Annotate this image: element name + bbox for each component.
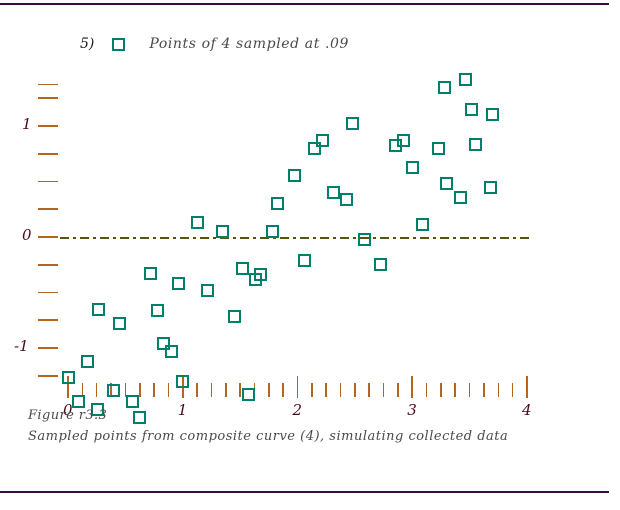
data-point-marker (265, 224, 279, 238)
data-point-marker (241, 388, 255, 402)
data-point-marker (440, 177, 454, 191)
data-point-marker (191, 216, 205, 230)
data-point-marker (201, 283, 215, 297)
data-point-marker (437, 80, 451, 94)
data-point-marker (107, 383, 121, 397)
data-point-marker (235, 261, 249, 275)
data-point-marker (171, 277, 185, 291)
y-axis-tick (38, 208, 58, 211)
data-point-marker (326, 186, 340, 200)
data-point-marker (227, 310, 241, 324)
x-axis-minor-tick (138, 382, 141, 397)
y-axis-tick (38, 291, 58, 294)
x-axis-label: 3 (407, 400, 417, 419)
x-axis-major-tick (296, 375, 299, 398)
data-point-marker (316, 133, 330, 147)
y-axis-tick (38, 97, 58, 100)
figure-number-caption: Figure r3.3 (28, 408, 108, 423)
x-axis-minor-tick (454, 382, 457, 397)
x-axis-minor-tick (268, 382, 270, 397)
figure-frame: -1 0 1 0 1 2 3 4 5) Points of 4 sampled at .09 … (0, 0, 620, 510)
x-axis-minor-tick (95, 382, 98, 397)
x-axis-minor-tick (311, 382, 313, 397)
legend-marker-icon (112, 37, 126, 51)
y-axis-tick (38, 180, 58, 183)
y-axis-tick (38, 152, 58, 155)
x-axis-minor-tick (368, 382, 370, 397)
data-point-marker (176, 374, 190, 388)
y-axis-tick (38, 263, 58, 266)
y-axis-label: 0 (22, 226, 32, 244)
data-point-marker (468, 138, 482, 152)
x-axis-minor-tick (468, 382, 471, 397)
data-point-marker (271, 197, 285, 211)
x-axis-minor-tick (224, 382, 227, 397)
y-axis-label: 1 (22, 115, 32, 133)
data-point-marker (416, 218, 430, 232)
x-axis-minor-tick (167, 382, 170, 397)
data-point-marker (357, 232, 371, 246)
data-point-marker (151, 303, 164, 317)
y-axis-tick (38, 319, 58, 322)
y-axis-tick (38, 374, 58, 377)
x-axis-minor-tick (511, 382, 514, 397)
x-axis-minor-tick (440, 382, 442, 397)
data-point-marker (164, 344, 178, 358)
y-axis-label: -1 (14, 337, 29, 355)
data-point-marker (132, 411, 146, 425)
zero-reference-line (59, 237, 530, 239)
legend-label: Points of 4 sampled at .09 (149, 36, 350, 52)
data-point-marker (453, 190, 467, 204)
x-axis-minor-tick (497, 382, 500, 397)
data-point-marker (458, 72, 472, 86)
data-point-marker (113, 317, 127, 331)
x-axis-label: 1 (177, 400, 188, 419)
data-point-marker (396, 133, 410, 147)
data-point-marker (483, 180, 497, 194)
x-axis-major-tick (411, 375, 414, 398)
data-point-marker (486, 108, 500, 122)
data-point-marker (144, 267, 158, 281)
x-axis-minor-tick (382, 382, 385, 397)
data-point-marker (61, 371, 75, 385)
x-axis-minor-tick (339, 382, 342, 397)
x-axis-minor-tick (325, 382, 327, 397)
data-point-marker (405, 160, 419, 174)
x-axis-minor-tick (196, 382, 198, 397)
data-point-marker (71, 394, 85, 408)
x-axis-label: 4 (522, 400, 532, 419)
x-axis-minor-tick (425, 382, 428, 397)
y-axis-tick (38, 83, 58, 86)
data-point-marker (92, 302, 106, 316)
x-axis-minor-tick (239, 382, 241, 397)
x-axis-minor-tick (282, 382, 284, 397)
plot-legend: 5) Points of 4 sampled at .09 (80, 33, 349, 55)
data-point-marker (254, 268, 268, 282)
data-point-marker (216, 224, 230, 238)
x-axis-minor-tick (354, 382, 356, 397)
x-axis-major-tick (526, 375, 528, 398)
data-point-marker (465, 102, 479, 116)
data-point-marker (340, 192, 354, 206)
data-point-marker (297, 253, 311, 267)
data-point-marker (287, 169, 301, 183)
y-axis-tick (38, 236, 58, 238)
x-axis-minor-tick (397, 382, 399, 397)
data-point-marker (81, 354, 94, 368)
data-point-marker (432, 141, 446, 155)
x-axis-minor-tick (153, 382, 155, 397)
x-axis-minor-tick (483, 382, 485, 397)
figure-description-caption: Sampled points from composite curve (4),… (28, 429, 509, 444)
y-axis-tick (38, 347, 58, 349)
data-point-marker (373, 258, 387, 272)
data-point-marker (346, 117, 360, 131)
x-axis-minor-tick (210, 382, 213, 397)
y-axis-tick (38, 125, 58, 127)
legend-number: 5) (80, 36, 95, 52)
x-axis-label: 2 (292, 400, 303, 419)
data-point-marker (125, 394, 139, 408)
